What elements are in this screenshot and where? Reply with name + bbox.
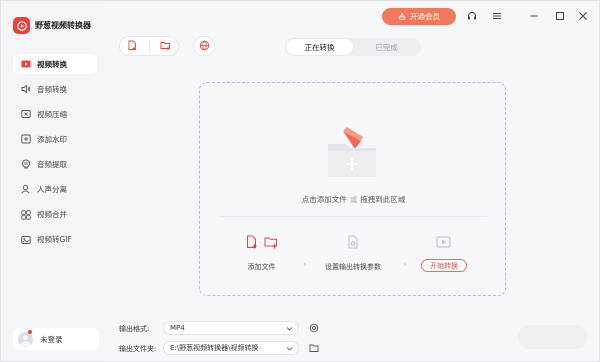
file-drop-zone[interactable]: 点击添加文件或拖拽到此区域 添加文件 › 设置输出转换参数 › 开始转换 [199,82,506,296]
sidebar-item-watermark[interactable]: 添加水印 [13,129,97,149]
add-folder-button[interactable] [157,37,175,55]
app-title: 野葱视频转换器 [35,21,91,30]
video-merge-icon [21,209,31,220]
steps-divider [221,216,487,217]
sidebar-item-label: 人声分离 [37,184,67,194]
folder-add-icon [325,125,381,180]
sidebar-item-label: 添加水印 [37,134,67,144]
minimize-icon[interactable] [526,8,542,24]
sidebar-item-video-merge[interactable]: 视频合并 [13,205,97,225]
login-label: 未登录 [40,334,63,344]
sidebar-item-video-compress[interactable]: 视频压缩 [13,104,97,124]
close-icon[interactable] [575,8,591,24]
sidebar-nav: 视频转换 音频转换 视频压缩 添加水印 音频提取 人声分离 视频合并 视频转GI… [13,54,97,255]
add-toolbar [119,36,179,56]
output-format-select[interactable]: MP4 [163,321,299,335]
add-file-icon [127,40,138,53]
app-header: 野葱视频转换器 [13,17,91,34]
output-folder-value: E:\野葱视频转换器\视频转换 [170,344,259,352]
vip-button[interactable]: 开通会员 [382,8,456,25]
output-folder-label: 输出文件夹: [119,345,157,353]
tab-completed[interactable]: 已完成 [353,39,420,55]
sidebar: 野葱视频转换器 视频转换 音频转换 视频压缩 添加水印 音频提取 人声分离 视频… [1,1,105,361]
start-convert-button[interactable]: 开始转换 [421,259,467,272]
add-file-icon [245,235,259,251]
output-format-label: 输出格式: [119,325,150,333]
add-folder-icon [160,40,171,53]
sidebar-item-video-convert[interactable]: 视频转换 [13,54,97,74]
drop-hint-or: 或 [349,195,358,204]
sidebar-item-label: 视频合并 [37,210,67,220]
step-label: 添加文件 [247,263,276,271]
chevron-down-icon [286,325,293,332]
add-folder-icon [264,235,278,251]
globe-icon [199,40,210,53]
notification-dot [28,330,32,334]
output-folder-select[interactable]: E:\野葱视频转换器\视频转换 [163,341,299,355]
menu-icon[interactable] [489,8,505,24]
add-file-button[interactable] [124,37,142,55]
app-logo-icon [13,17,30,34]
vip-label: 开通会员 [410,12,440,21]
toolbar-divider [148,40,150,52]
video-convert-icon [21,59,31,69]
sidebar-item-video-gif[interactable]: 视频转GIF [13,230,97,250]
drop-hint-add: 点击添加文件 [301,195,347,204]
sidebar-item-audio-extract[interactable]: 音频提取 [13,154,97,174]
add-url-button[interactable] [193,36,215,56]
chevron-down-icon [286,345,293,352]
step-arrow-icon: › [303,260,307,270]
audio-convert-icon [21,84,31,94]
drop-hint: 点击添加文件或拖拽到此区域 [200,194,507,205]
login-button[interactable]: 未登录 [13,328,99,350]
audio-extract-icon [21,159,31,169]
tab-converting[interactable]: 正在转换 [286,39,353,55]
step-arrow-icon: › [403,260,407,270]
start-all-button[interactable] [518,325,588,349]
gif-icon [21,235,31,245]
conversion-tabs: 正在转换 已完成 [285,38,421,56]
vip-icon [398,11,406,22]
output-format-value: MP4 [170,324,185,332]
sidebar-item-label: 音频提取 [37,159,67,169]
sidebar-item-label: 音频转换 [37,84,67,94]
sidebar-item-label: 视频转换 [37,59,67,69]
format-settings-icon[interactable] [309,323,319,333]
app-window: 野葱视频转换器 视频转换 音频转换 视频压缩 添加水印 音频提取 人声分离 视频… [0,0,600,362]
voice-separate-icon [21,184,31,194]
drop-hint-drag: 拖拽到此区域 [360,195,406,204]
open-folder-icon[interactable] [309,343,319,353]
step-label: 设置输出转换参数 [325,263,381,271]
support-icon[interactable] [464,8,480,24]
start-convert-icon [436,235,452,251]
sidebar-item-voice-separate[interactable]: 人声分离 [13,179,97,199]
settings-doc-icon [346,235,360,251]
sidebar-item-label: 视频压缩 [37,109,67,119]
step-add-file: 添加文件 [245,235,278,272]
video-compress-icon [21,109,31,119]
sidebar-item-label: 视频转GIF [37,235,72,245]
step-start: 开始转换 [421,235,467,272]
maximize-icon[interactable] [552,8,568,24]
step-settings: 设置输出转换参数 [325,235,381,272]
sidebar-item-audio-convert[interactable]: 音频转换 [13,79,97,99]
watermark-icon [21,134,31,144]
